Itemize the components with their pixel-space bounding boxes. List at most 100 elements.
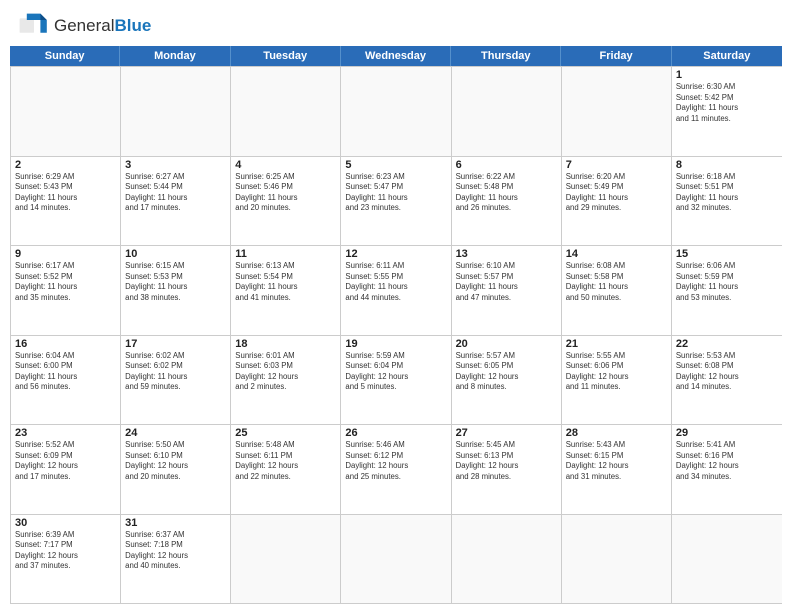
day-info: Sunrise: 6:27 AM Sunset: 5:44 PM Dayligh… bbox=[125, 172, 226, 214]
day-cell-18: 18Sunrise: 6:01 AM Sunset: 6:03 PM Dayli… bbox=[231, 336, 341, 425]
day-cell-empty bbox=[341, 67, 451, 156]
day-cell-empty bbox=[562, 515, 672, 604]
day-cell-25: 25Sunrise: 5:48 AM Sunset: 6:11 PM Dayli… bbox=[231, 425, 341, 514]
day-header-friday: Friday bbox=[561, 46, 671, 66]
day-info: Sunrise: 6:37 AM Sunset: 7:18 PM Dayligh… bbox=[125, 530, 226, 572]
calendar: SundayMondayTuesdayWednesdayThursdayFrid… bbox=[10, 46, 782, 604]
week-row-1: 1Sunrise: 6:30 AM Sunset: 5:42 PM Daylig… bbox=[11, 66, 782, 156]
day-info: Sunrise: 6:18 AM Sunset: 5:51 PM Dayligh… bbox=[676, 172, 778, 214]
day-info: Sunrise: 5:48 AM Sunset: 6:11 PM Dayligh… bbox=[235, 440, 336, 482]
day-number: 14 bbox=[566, 248, 667, 260]
day-cell-empty bbox=[231, 67, 341, 156]
day-info: Sunrise: 5:57 AM Sunset: 6:05 PM Dayligh… bbox=[456, 351, 557, 393]
day-cell-19: 19Sunrise: 5:59 AM Sunset: 6:04 PM Dayli… bbox=[341, 336, 451, 425]
logo-icon bbox=[18, 12, 50, 40]
day-number: 29 bbox=[676, 427, 778, 439]
day-info: Sunrise: 5:55 AM Sunset: 6:06 PM Dayligh… bbox=[566, 351, 667, 393]
day-number: 31 bbox=[125, 517, 226, 529]
day-number: 3 bbox=[125, 159, 226, 171]
week-row-2: 2Sunrise: 6:29 AM Sunset: 5:43 PM Daylig… bbox=[11, 156, 782, 246]
day-header-saturday: Saturday bbox=[672, 46, 782, 66]
day-number: 26 bbox=[345, 427, 446, 439]
day-number: 8 bbox=[676, 159, 778, 171]
day-info: Sunrise: 6:30 AM Sunset: 5:42 PM Dayligh… bbox=[676, 82, 778, 124]
logo-text: GeneralBlue bbox=[54, 16, 151, 36]
day-cell-9: 9Sunrise: 6:17 AM Sunset: 5:52 PM Daylig… bbox=[11, 246, 121, 335]
day-cell-13: 13Sunrise: 6:10 AM Sunset: 5:57 PM Dayli… bbox=[452, 246, 562, 335]
day-headers-row: SundayMondayTuesdayWednesdayThursdayFrid… bbox=[10, 46, 782, 66]
day-cell-26: 26Sunrise: 5:46 AM Sunset: 6:12 PM Dayli… bbox=[341, 425, 451, 514]
page-header: GeneralBlue bbox=[0, 0, 792, 46]
day-cell-2: 2Sunrise: 6:29 AM Sunset: 5:43 PM Daylig… bbox=[11, 157, 121, 246]
day-cell-6: 6Sunrise: 6:22 AM Sunset: 5:48 PM Daylig… bbox=[452, 157, 562, 246]
day-number: 13 bbox=[456, 248, 557, 260]
day-cell-7: 7Sunrise: 6:20 AM Sunset: 5:49 PM Daylig… bbox=[562, 157, 672, 246]
day-info: Sunrise: 5:41 AM Sunset: 6:16 PM Dayligh… bbox=[676, 440, 778, 482]
day-info: Sunrise: 5:53 AM Sunset: 6:08 PM Dayligh… bbox=[676, 351, 778, 393]
day-cell-15: 15Sunrise: 6:06 AM Sunset: 5:59 PM Dayli… bbox=[672, 246, 782, 335]
day-header-sunday: Sunday bbox=[10, 46, 120, 66]
day-info: Sunrise: 6:06 AM Sunset: 5:59 PM Dayligh… bbox=[676, 261, 778, 303]
day-number: 11 bbox=[235, 248, 336, 260]
logo: GeneralBlue bbox=[18, 12, 151, 40]
day-info: Sunrise: 6:11 AM Sunset: 5:55 PM Dayligh… bbox=[345, 261, 446, 303]
day-number: 6 bbox=[456, 159, 557, 171]
day-info: Sunrise: 5:50 AM Sunset: 6:10 PM Dayligh… bbox=[125, 440, 226, 482]
day-number: 22 bbox=[676, 338, 778, 350]
day-info: Sunrise: 6:08 AM Sunset: 5:58 PM Dayligh… bbox=[566, 261, 667, 303]
day-cell-17: 17Sunrise: 6:02 AM Sunset: 6:02 PM Dayli… bbox=[121, 336, 231, 425]
day-cell-empty bbox=[341, 515, 451, 604]
day-number: 7 bbox=[566, 159, 667, 171]
day-cell-8: 8Sunrise: 6:18 AM Sunset: 5:51 PM Daylig… bbox=[672, 157, 782, 246]
day-info: Sunrise: 6:13 AM Sunset: 5:54 PM Dayligh… bbox=[235, 261, 336, 303]
day-number: 12 bbox=[345, 248, 446, 260]
day-number: 18 bbox=[235, 338, 336, 350]
day-number: 17 bbox=[125, 338, 226, 350]
day-cell-31: 31Sunrise: 6:37 AM Sunset: 7:18 PM Dayli… bbox=[121, 515, 231, 604]
day-number: 1 bbox=[676, 69, 778, 81]
day-number: 28 bbox=[566, 427, 667, 439]
day-info: Sunrise: 6:02 AM Sunset: 6:02 PM Dayligh… bbox=[125, 351, 226, 393]
day-cell-30: 30Sunrise: 6:39 AM Sunset: 7:17 PM Dayli… bbox=[11, 515, 121, 604]
day-number: 24 bbox=[125, 427, 226, 439]
day-number: 9 bbox=[15, 248, 116, 260]
day-info: Sunrise: 6:39 AM Sunset: 7:17 PM Dayligh… bbox=[15, 530, 116, 572]
day-cell-14: 14Sunrise: 6:08 AM Sunset: 5:58 PM Dayli… bbox=[562, 246, 672, 335]
day-cell-21: 21Sunrise: 5:55 AM Sunset: 6:06 PM Dayli… bbox=[562, 336, 672, 425]
day-number: 23 bbox=[15, 427, 116, 439]
day-cell-1: 1Sunrise: 6:30 AM Sunset: 5:42 PM Daylig… bbox=[672, 67, 782, 156]
day-cell-10: 10Sunrise: 6:15 AM Sunset: 5:53 PM Dayli… bbox=[121, 246, 231, 335]
day-info: Sunrise: 5:45 AM Sunset: 6:13 PM Dayligh… bbox=[456, 440, 557, 482]
day-cell-20: 20Sunrise: 5:57 AM Sunset: 6:05 PM Dayli… bbox=[452, 336, 562, 425]
day-number: 27 bbox=[456, 427, 557, 439]
day-number: 30 bbox=[15, 517, 116, 529]
day-info: Sunrise: 6:29 AM Sunset: 5:43 PM Dayligh… bbox=[15, 172, 116, 214]
day-cell-empty bbox=[452, 515, 562, 604]
day-cell-empty bbox=[11, 67, 121, 156]
day-cell-5: 5Sunrise: 6:23 AM Sunset: 5:47 PM Daylig… bbox=[341, 157, 451, 246]
day-cell-empty bbox=[231, 515, 341, 604]
day-info: Sunrise: 6:10 AM Sunset: 5:57 PM Dayligh… bbox=[456, 261, 557, 303]
day-number: 19 bbox=[345, 338, 446, 350]
day-info: Sunrise: 5:46 AM Sunset: 6:12 PM Dayligh… bbox=[345, 440, 446, 482]
day-cell-empty bbox=[452, 67, 562, 156]
day-cell-12: 12Sunrise: 6:11 AM Sunset: 5:55 PM Dayli… bbox=[341, 246, 451, 335]
day-header-thursday: Thursday bbox=[451, 46, 561, 66]
week-row-6: 30Sunrise: 6:39 AM Sunset: 7:17 PM Dayli… bbox=[11, 514, 782, 604]
day-number: 25 bbox=[235, 427, 336, 439]
day-cell-empty bbox=[562, 67, 672, 156]
day-info: Sunrise: 6:25 AM Sunset: 5:46 PM Dayligh… bbox=[235, 172, 336, 214]
day-cell-empty bbox=[672, 515, 782, 604]
day-header-monday: Monday bbox=[120, 46, 230, 66]
day-info: Sunrise: 6:15 AM Sunset: 5:53 PM Dayligh… bbox=[125, 261, 226, 303]
week-row-4: 16Sunrise: 6:04 AM Sunset: 6:00 PM Dayli… bbox=[11, 335, 782, 425]
day-cell-22: 22Sunrise: 5:53 AM Sunset: 6:08 PM Dayli… bbox=[672, 336, 782, 425]
day-number: 5 bbox=[345, 159, 446, 171]
week-row-5: 23Sunrise: 5:52 AM Sunset: 6:09 PM Dayli… bbox=[11, 424, 782, 514]
day-number: 16 bbox=[15, 338, 116, 350]
day-info: Sunrise: 6:23 AM Sunset: 5:47 PM Dayligh… bbox=[345, 172, 446, 214]
day-cell-28: 28Sunrise: 5:43 AM Sunset: 6:15 PM Dayli… bbox=[562, 425, 672, 514]
calendar-weeks: 1Sunrise: 6:30 AM Sunset: 5:42 PM Daylig… bbox=[10, 66, 782, 604]
day-info: Sunrise: 6:04 AM Sunset: 6:00 PM Dayligh… bbox=[15, 351, 116, 393]
day-info: Sunrise: 5:43 AM Sunset: 6:15 PM Dayligh… bbox=[566, 440, 667, 482]
